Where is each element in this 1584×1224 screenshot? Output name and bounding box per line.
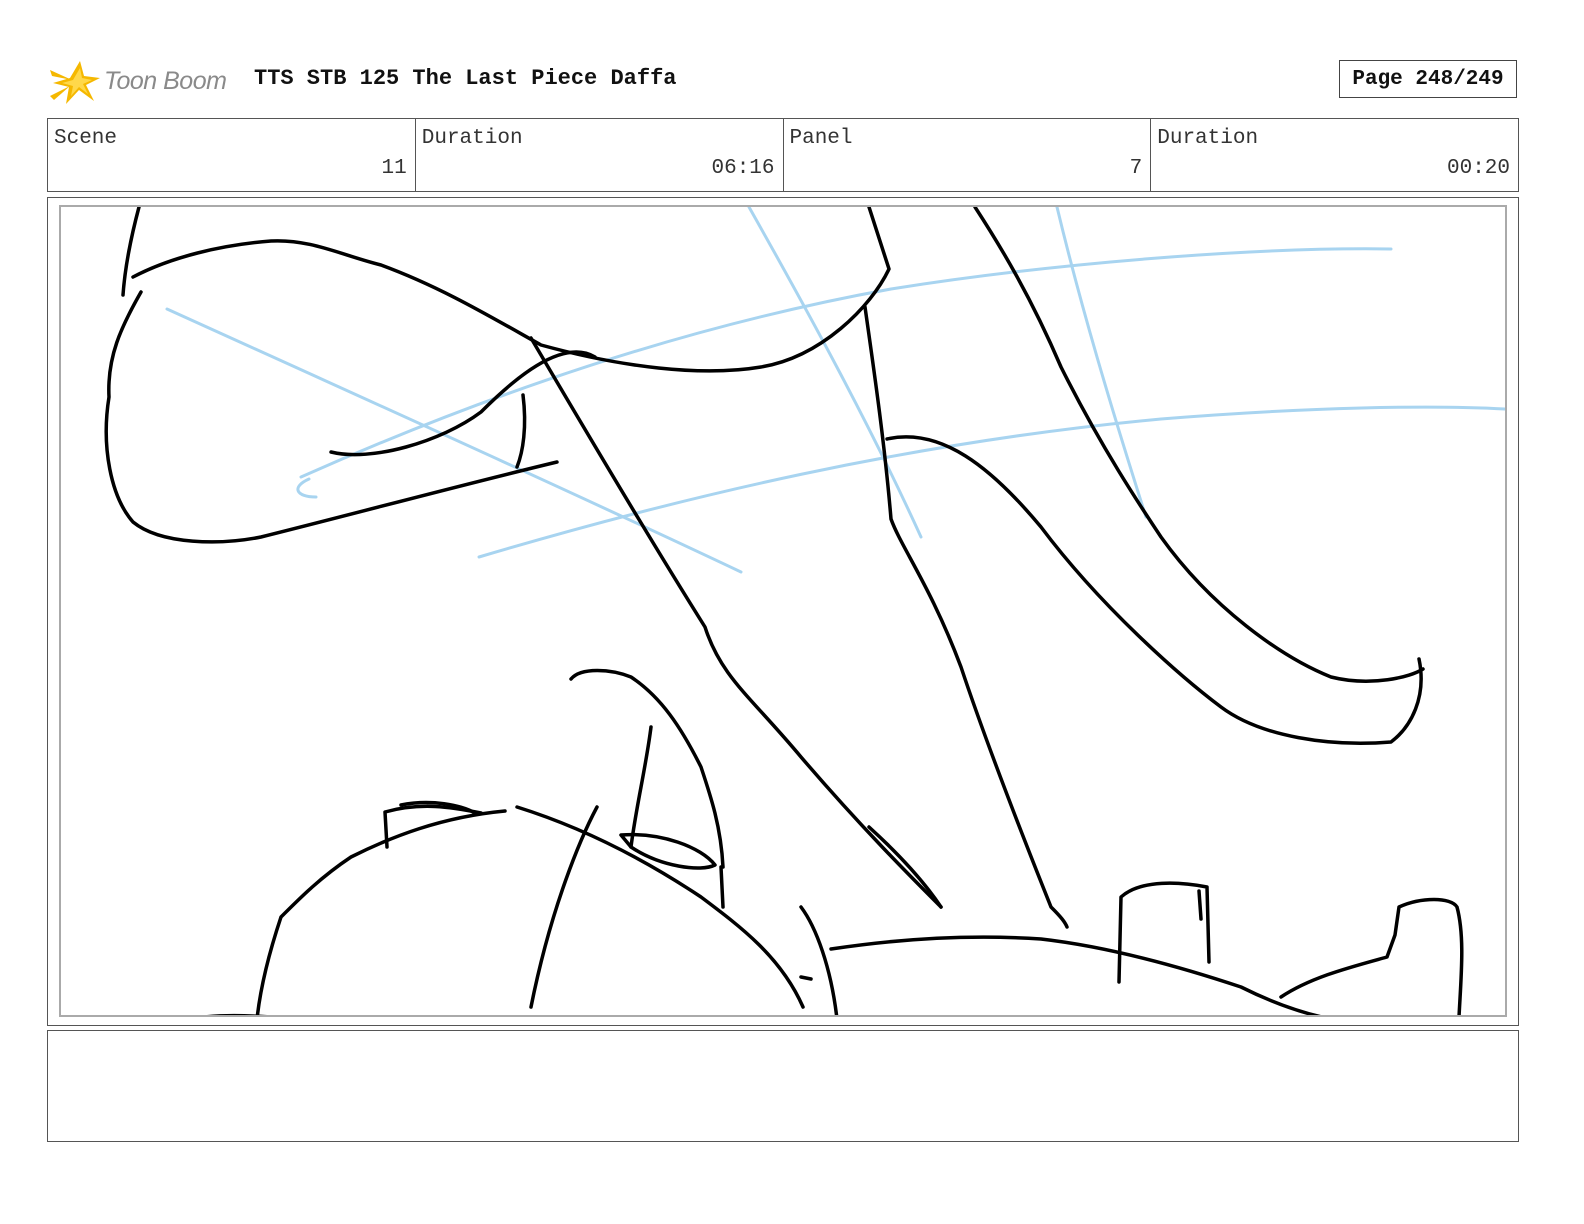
scene-cell: Scene 11 [48, 119, 416, 191]
scene-duration-label: Duration [421, 127, 523, 150]
sketch-drawing [104, 207, 1505, 1015]
scene-value: 11 [381, 157, 407, 180]
logo-text: Toon Boom [104, 66, 227, 95]
document-title: TTS STB 125 The Last Piece Daffa [254, 66, 677, 91]
storyboard-panel-frame [47, 197, 1519, 1026]
panel-duration-cell: Duration 00:20 [1151, 119, 1518, 191]
panel-cell: Panel 7 [784, 119, 1152, 191]
page-indicator: Page 248/249 [1339, 60, 1517, 98]
scene-label: Scene [54, 127, 118, 150]
storyboard-panel-image [59, 205, 1507, 1017]
panel-info-row: Scene 11 Duration 06:16 Panel 7 Duration… [47, 118, 1519, 192]
sketch-ink-lines [104, 207, 1464, 1015]
panel-notes-area [47, 1030, 1519, 1142]
scene-duration-cell: Duration 06:16 [416, 119, 784, 191]
panel-duration-label: Duration [1157, 127, 1259, 150]
panel-value: 7 [1129, 157, 1143, 180]
panel-label: Panel [789, 127, 853, 150]
scene-duration-value: 06:16 [711, 157, 775, 180]
toon-boom-logo-icon [50, 61, 100, 104]
toon-boom-logo: Toon Boom [50, 56, 227, 106]
panel-duration-value: 00:20 [1446, 157, 1510, 180]
